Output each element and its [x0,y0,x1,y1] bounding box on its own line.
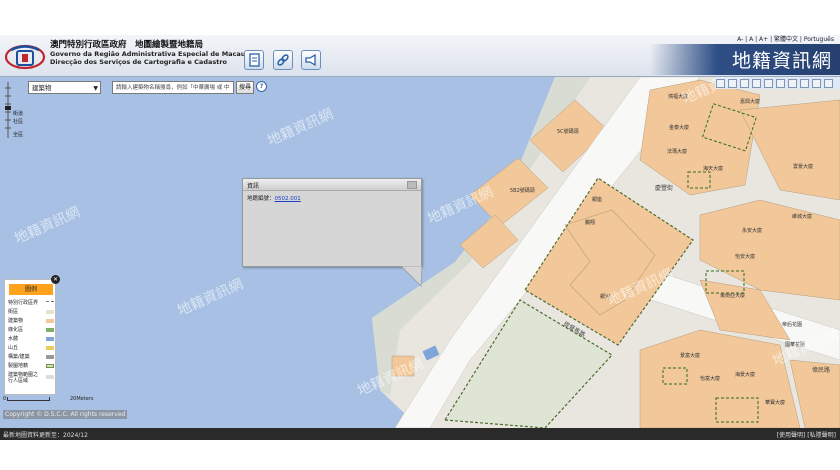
building-label: 金泰大廈 [669,124,689,131]
building-label: 維城大廈 [792,213,812,220]
popup-field-label: 地籍編號： [247,196,275,202]
building-label: 東南亞大廈 [720,292,745,299]
building-label: 海景大廈 [735,371,755,378]
search-category-value: 建築物 [32,84,52,92]
footer-links[interactable]: [使用聲明] [私隱聲明] [777,430,836,439]
print-tool-button[interactable] [788,79,797,88]
cadastral-number-link[interactable]: 0502.001 [275,196,301,202]
legend-close-icon[interactable]: ✕ [51,275,60,284]
dept-name-chinese: 澳門特別行政區政府 地圖繪製暨地籍局 [50,40,204,50]
dept-name-line3: Direcção dos Serviços de Cartografia e C… [50,58,228,66]
announcement-button[interactable] [301,50,321,70]
help-tool-button[interactable] [824,79,833,88]
legend-panel: 圖例 特別行政區界 街區 建築物 綠化區 水體 山丘 構築/建築 製圖地籍 建築… [4,279,56,395]
legend-item-label: 特別行政區界 [8,300,39,306]
building-label: 華寶大廈 [765,399,785,406]
legend-item-label: 街區 [8,309,19,315]
legend-item-label: 製圖地籍 [8,363,29,369]
previous-view-button[interactable] [800,79,809,88]
document-button[interactable] [244,50,264,70]
legend-swatch [46,310,54,314]
legend-swatch [46,355,54,359]
zoom-out-tool-button[interactable] [740,79,749,88]
legend-swatch [46,337,54,341]
help-icon[interactable]: ? [256,81,267,92]
megaphone-icon [305,53,316,67]
legend-swatch [46,328,54,332]
building-label: 嘉興大廈 [740,98,760,105]
department-name: 澳門特別行政區政府 地圖繪製暨地籍局 Governo da Região Adm… [50,41,245,67]
next-view-button[interactable] [812,79,821,88]
building-label: 鵬翔 [585,219,595,226]
legend-item-label: 山丘 [8,345,19,351]
search-button[interactable]: 搜尋 [236,81,254,94]
building-label: 景富大廈 [680,352,700,359]
building-label: 怡安大廈 [735,253,755,260]
legend-swatch [46,364,54,368]
site-title: 地籍資訊網 [731,50,832,72]
building-label: 5B2號碼頭 [510,187,535,194]
legend-swatch [46,319,54,323]
popup-close-button[interactable] [407,181,417,189]
zoom-level-label: 社區 [13,119,24,125]
info-popup: 資訊 地籍編號：0502.001 [242,178,422,267]
scale-label-start: 0 [3,396,7,402]
legend-item-label: 綠化區 [8,327,24,333]
popup-title: 資訊 [247,183,260,190]
identify-tool-button[interactable] [776,79,785,88]
zoom-in-tool-button[interactable] [728,79,737,88]
legend-title: 圖例 [9,284,53,295]
copyright-notice: Copyright © D.S.C.C. All rights reserved [3,410,128,419]
popup-field-row: 地籍編號：0502.001 [247,194,301,202]
zoom-slider[interactable] [4,82,12,138]
building-label: 怡富大廈 [700,375,720,382]
link-icon [277,54,289,66]
dscc-logo-icon [5,44,46,70]
building-label: 5C號碼頭 [557,128,579,135]
building-label: 帝后花園 [782,321,802,328]
road-label: 慶豐街 [655,184,673,192]
dept-name-line2: Governo da Região Administrativa Especia… [50,49,246,58]
popup-title-bar [243,179,421,191]
chevron-down-icon: ▼ [93,85,98,92]
legend-swatch [46,375,54,379]
building-label: 法瑪大廈 [667,148,687,155]
pan-tool-button[interactable] [716,79,725,88]
language-links[interactable]: A- | A | A+ | 繁體中文 | Português [737,34,834,43]
zoom-level-label: 街道 [13,111,24,117]
zoom-slider-handle [5,106,11,110]
legend-swatch [46,346,54,350]
search-category-select[interactable]: 建築物 ▼ [28,81,101,94]
zoom-level-label: 全區 [13,132,24,138]
data-update-date: 最新地圖資料更新至：2024/12 [3,432,88,439]
measure-tool-button[interactable] [764,79,773,88]
document-icon [249,53,260,67]
full-extent-tool-button[interactable] [752,79,761,88]
building-label: 雲景大廈 [793,163,813,170]
scale-bar [7,397,50,401]
legend-item-label: 構築/建築 [8,354,30,360]
building-label: 永安大廈 [742,227,762,234]
building-label: 銀座 [592,196,602,203]
legend-item-label: 建築物 [8,318,24,324]
legend-item-label: 行人區域 [8,378,29,384]
popup-pointer [400,266,423,287]
building-label: 海天大廈 [703,165,723,172]
scale-label-end: 20Meters [70,396,94,402]
legend-swatch [46,301,54,302]
link-button[interactable] [273,50,293,70]
footer-bar [0,428,840,440]
legend-item-label: 水體 [8,336,19,342]
search-input[interactable]: 請輸入建築物名稱搜尋，例如「中華廣場 或 中 [112,81,234,94]
road-label: 偉民路 [812,366,830,374]
